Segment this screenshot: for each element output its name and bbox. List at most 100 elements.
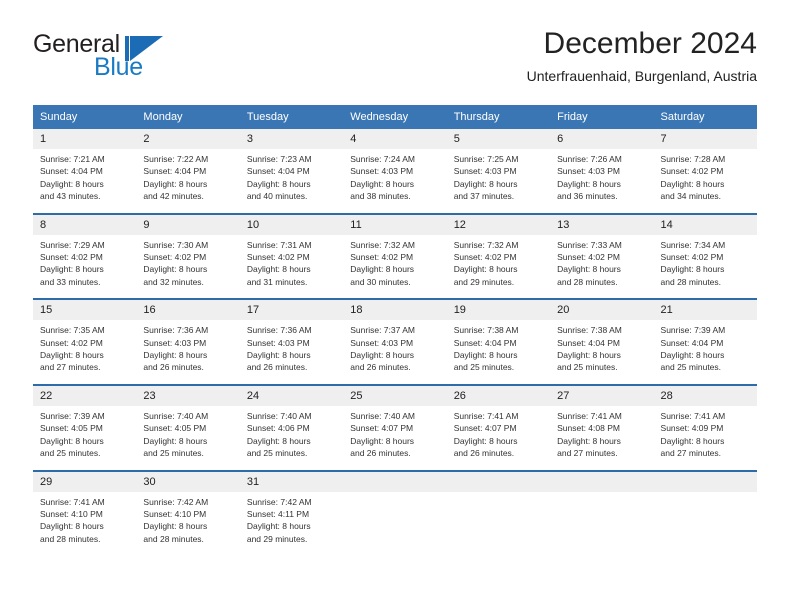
day-cell[interactable]: 29 Sunrise: 7:41 AM Sunset: 4:10 PM Dayl… <box>33 469 137 556</box>
daylight-text-line1: Daylight: 8 hours <box>143 264 208 275</box>
daylight-text-line2: and 37 minutes. <box>453 191 515 202</box>
day-number: 14 <box>653 214 757 235</box>
sunrise-text: Sunrise: 7:24 AM <box>350 154 415 164</box>
day-number: 28 <box>653 385 757 406</box>
day-cell[interactable]: 12 Sunrise: 7:32 AM Sunset: 4:02 PM Dayl… <box>446 212 551 300</box>
day-number: 26 <box>446 385 551 406</box>
sunrise-text: Sunrise: 7:41 AM <box>557 410 622 421</box>
day-details <box>447 492 550 550</box>
calendar-week-row: 29 Sunrise: 7:41 AM Sunset: 4:10 PM Dayl… <box>33 469 757 556</box>
day-cell[interactable]: 17 Sunrise: 7:36 AM Sunset: 4:03 PM Dayl… <box>239 298 344 385</box>
day-number <box>550 471 654 492</box>
weekday-header-tuesday: Tuesday <box>239 105 344 129</box>
page-subtitle: Unterfrauenhaid, Burgenland, Austria <box>526 68 757 84</box>
sunrise-text: Sunrise: 7:39 AM <box>40 410 105 421</box>
day-cell-empty <box>446 469 551 556</box>
daylight-text-line2: and 26 minutes. <box>350 448 411 459</box>
day-details: Sunrise: 7:42 AM Sunset: 4:11 PM Dayligh… <box>240 492 343 556</box>
day-cell[interactable]: 19 Sunrise: 7:38 AM Sunset: 4:04 PM Dayl… <box>446 298 551 385</box>
day-cell[interactable]: 18 Sunrise: 7:37 AM Sunset: 4:03 PM Dayl… <box>343 298 447 385</box>
weekday-header-sunday: Sunday <box>33 105 137 129</box>
day-cell[interactable]: 25 Sunrise: 7:40 AM Sunset: 4:07 PM Dayl… <box>343 383 447 471</box>
day-cell[interactable]: 9 Sunrise: 7:30 AM Sunset: 4:02 PM Dayli… <box>136 212 240 300</box>
day-cell[interactable]: 28 Sunrise: 7:41 AM Sunset: 4:09 PM Dayl… <box>653 383 757 471</box>
day-cell[interactable]: 27 Sunrise: 7:41 AM Sunset: 4:08 PM Dayl… <box>550 383 654 471</box>
daylight-text-line2: and 31 minutes. <box>246 276 308 287</box>
day-details: Sunrise: 7:26 AM Sunset: 4:03 PM Dayligh… <box>550 149 653 213</box>
daylight-text-line2: and 38 minutes. <box>350 191 411 202</box>
sunset-text: Sunset: 4:04 PM <box>143 166 207 177</box>
daylight-text-line2: and 28 minutes. <box>40 533 101 544</box>
day-number: 6 <box>550 129 654 149</box>
calendar-page: General Blue December 2024 Unterfrauenha… <box>0 0 792 612</box>
day-details: Sunrise: 7:39 AM Sunset: 4:04 PM Dayligh… <box>654 320 757 384</box>
day-cell[interactable]: 30 Sunrise: 7:42 AM Sunset: 4:10 PM Dayl… <box>136 469 240 556</box>
weekday-header-thursday: Thursday <box>446 105 551 129</box>
day-cell[interactable]: 20 Sunrise: 7:38 AM Sunset: 4:04 PM Dayl… <box>550 298 654 385</box>
day-number: 2 <box>136 129 240 149</box>
day-cell[interactable]: 4 Sunrise: 7:24 AM Sunset: 4:03 PM Dayli… <box>343 129 447 214</box>
daylight-text-line1: Daylight: 8 hours <box>143 435 208 446</box>
day-number: 5 <box>446 129 551 149</box>
day-cell[interactable]: 24 Sunrise: 7:40 AM Sunset: 4:06 PM Dayl… <box>239 383 344 471</box>
daylight-text-line2: and 27 minutes. <box>660 448 722 459</box>
daylight-text-line1: Daylight: 8 hours <box>350 264 415 275</box>
sunset-text: Sunset: 4:06 PM <box>246 423 310 434</box>
day-cell[interactable]: 22 Sunrise: 7:39 AM Sunset: 4:05 PM Dayl… <box>33 383 137 471</box>
day-cell[interactable]: 31 Sunrise: 7:42 AM Sunset: 4:11 PM Dayl… <box>239 469 344 556</box>
brand-logo[interactable]: General Blue <box>33 30 253 90</box>
daylight-text-line2: and 25 minutes. <box>557 362 618 373</box>
sunset-text: Sunset: 4:04 PM <box>453 337 517 348</box>
daylight-text-line2: and 29 minutes. <box>246 533 308 544</box>
day-cell[interactable]: 8 Sunrise: 7:29 AM Sunset: 4:02 PM Dayli… <box>33 212 137 300</box>
day-details: Sunrise: 7:25 AM Sunset: 4:03 PM Dayligh… <box>447 149 550 213</box>
day-cell[interactable]: 26 Sunrise: 7:41 AM Sunset: 4:07 PM Dayl… <box>446 383 551 471</box>
sunset-text: Sunset: 4:02 PM <box>350 252 414 263</box>
sunset-text: Sunset: 4:03 PM <box>350 166 414 177</box>
day-cell[interactable]: 13 Sunrise: 7:33 AM Sunset: 4:02 PM Dayl… <box>550 212 654 300</box>
daylight-text-line2: and 34 minutes. <box>660 191 722 202</box>
day-cell[interactable]: 7 Sunrise: 7:28 AM Sunset: 4:02 PM Dayli… <box>653 129 757 214</box>
day-details: Sunrise: 7:32 AM Sunset: 4:02 PM Dayligh… <box>343 235 446 299</box>
sunset-text: Sunset: 4:02 PM <box>246 252 310 263</box>
weekday-header-monday: Monday <box>136 105 240 129</box>
daylight-text-line1: Daylight: 8 hours <box>143 350 208 361</box>
day-cell[interactable]: 10 Sunrise: 7:31 AM Sunset: 4:02 PM Dayl… <box>239 212 344 300</box>
daylight-text-line1: Daylight: 8 hours <box>40 264 104 275</box>
day-details: Sunrise: 7:24 AM Sunset: 4:03 PM Dayligh… <box>343 149 446 213</box>
day-cell[interactable]: 5 Sunrise: 7:25 AM Sunset: 4:03 PM Dayli… <box>446 129 551 214</box>
day-cell[interactable]: 3 Sunrise: 7:23 AM Sunset: 4:04 PM Dayli… <box>239 129 344 214</box>
day-number: 12 <box>446 214 551 235</box>
day-cell[interactable]: 2 Sunrise: 7:22 AM Sunset: 4:04 PM Dayli… <box>136 129 240 214</box>
sunset-text: Sunset: 4:02 PM <box>557 252 620 263</box>
day-number: 23 <box>136 385 240 406</box>
sunrise-text: Sunrise: 7:40 AM <box>246 410 312 421</box>
day-cell[interactable]: 14 Sunrise: 7:34 AM Sunset: 4:02 PM Dayl… <box>653 212 757 300</box>
page-title: December 2024 <box>543 27 757 60</box>
day-number: 3 <box>239 129 344 149</box>
daylight-text-line1: Daylight: 8 hours <box>660 264 725 275</box>
day-cell[interactable]: 23 Sunrise: 7:40 AM Sunset: 4:05 PM Dayl… <box>136 383 240 471</box>
day-cell[interactable]: 15 Sunrise: 7:35 AM Sunset: 4:02 PM Dayl… <box>33 298 137 385</box>
day-cell[interactable]: 11 Sunrise: 7:32 AM Sunset: 4:02 PM Dayl… <box>343 212 447 300</box>
weekday-header-friday: Friday <box>550 105 654 129</box>
daylight-text-line2: and 25 minutes. <box>246 448 308 459</box>
day-cell[interactable]: 1 Sunrise: 7:21 AM Sunset: 4:04 PM Dayli… <box>33 129 137 214</box>
daylight-text-line2: and 27 minutes. <box>40 362 101 373</box>
day-details: Sunrise: 7:41 AM Sunset: 4:08 PM Dayligh… <box>550 406 653 470</box>
day-cell[interactable]: 21 Sunrise: 7:39 AM Sunset: 4:04 PM Dayl… <box>653 298 757 385</box>
sunset-text: Sunset: 4:02 PM <box>40 252 103 263</box>
day-details: Sunrise: 7:36 AM Sunset: 4:03 PM Dayligh… <box>136 320 239 384</box>
day-details: Sunrise: 7:34 AM Sunset: 4:02 PM Dayligh… <box>654 235 757 299</box>
day-details: Sunrise: 7:42 AM Sunset: 4:10 PM Dayligh… <box>136 492 239 556</box>
day-cell-empty <box>343 469 447 556</box>
sunrise-text: Sunrise: 7:38 AM <box>557 325 622 336</box>
calendar-body: 1 Sunrise: 7:21 AM Sunset: 4:04 PM Dayli… <box>33 129 757 556</box>
day-details: Sunrise: 7:29 AM Sunset: 4:02 PM Dayligh… <box>33 235 136 299</box>
day-number: 29 <box>33 471 137 492</box>
day-number: 11 <box>343 214 447 235</box>
day-cell[interactable]: 6 Sunrise: 7:26 AM Sunset: 4:03 PM Dayli… <box>550 129 654 214</box>
day-cell[interactable]: 16 Sunrise: 7:36 AM Sunset: 4:03 PM Dayl… <box>136 298 240 385</box>
sunrise-text: Sunrise: 7:39 AM <box>660 325 726 336</box>
sunset-text: Sunset: 4:07 PM <box>350 423 414 434</box>
